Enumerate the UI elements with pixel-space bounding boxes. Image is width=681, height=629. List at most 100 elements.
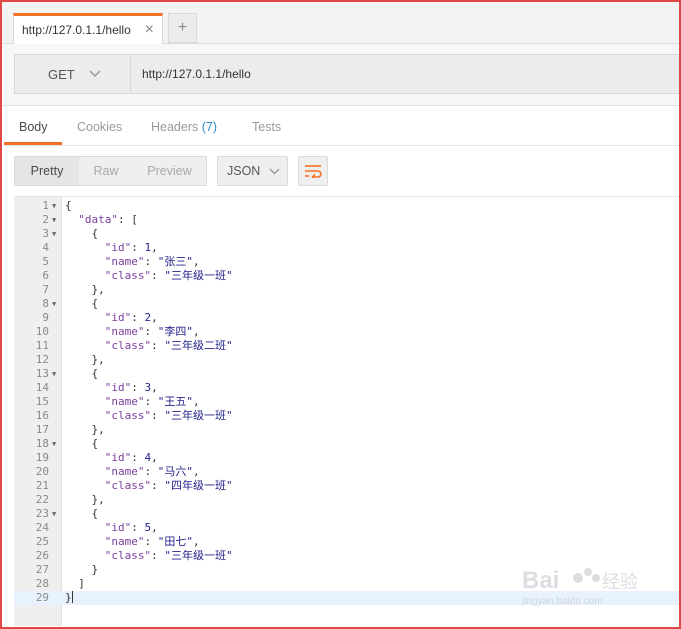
code-line: 23 ▼ { [14, 507, 681, 521]
line-number: 10 [35, 325, 49, 338]
view-mode-group: Pretty Raw Preview [14, 156, 207, 186]
code-text: { [65, 297, 99, 310]
code-line: 8 ▼ { [14, 297, 681, 311]
code-line: 19 "id": 4, [14, 451, 681, 465]
fold-arrow-icon[interactable]: ▼ [52, 507, 56, 521]
active-tab-indicator [4, 142, 62, 145]
pretty-button[interactable]: Pretty [15, 157, 79, 185]
code-line: 16 "class": "三年级一班" [14, 409, 681, 423]
fold-arrow-icon[interactable]: ▼ [52, 437, 56, 451]
line-number: 29 [35, 591, 49, 604]
code-line: 14 "id": 3, [14, 381, 681, 395]
code-text: "class": "三年级二班" [104, 339, 233, 352]
code-line: 6 "class": "三年级一班" [14, 269, 681, 283]
chevron-down-icon [89, 70, 101, 78]
code-text: "class": "三年级一班" [104, 409, 233, 422]
line-number: 4 [42, 241, 49, 254]
line-number: 5 [42, 255, 49, 268]
line-number: 22 [35, 493, 49, 506]
line-number: 27 [35, 563, 49, 576]
line-number: 12 [35, 353, 49, 366]
tab-headers[interactable]: Headers (7) [151, 120, 217, 134]
line-number: 1 [42, 199, 49, 212]
format-select[interactable]: JSON [217, 156, 288, 186]
code-text: "name": "张三", [104, 255, 200, 268]
line-number: 13 [35, 367, 49, 380]
code-line: 13 ▼ { [14, 367, 681, 381]
svg-text:Bai: Bai [522, 567, 559, 594]
line-number: 15 [35, 395, 49, 408]
code-text: "id": 2, [104, 311, 158, 324]
code-line: 12 }, [14, 353, 681, 367]
chevron-down-icon [269, 167, 280, 175]
add-tab-button[interactable]: + [168, 13, 197, 43]
code-text: "data": [ [78, 213, 138, 226]
tab-tests[interactable]: Tests [252, 120, 281, 134]
code-line: 1 ▼ { [14, 199, 681, 213]
method-select[interactable]: GET [14, 54, 131, 94]
url-input[interactable]: http://127.0.1.1/hello [130, 54, 681, 94]
fold-arrow-icon[interactable]: ▼ [52, 367, 56, 381]
line-number: 19 [35, 451, 49, 464]
code-line: 22 }, [14, 493, 681, 507]
code-text: "name": "王五", [104, 395, 200, 408]
line-number: 2 [42, 213, 49, 226]
code-text: "id": 5, [104, 521, 158, 534]
baidu-jingyan-watermark: Bai 经验 jingyan.baidu.com [521, 567, 638, 607]
code-text: ] [65, 577, 85, 590]
code-line: 7 }, [14, 283, 681, 297]
code-text: }, [65, 353, 105, 366]
line-number: 11 [35, 339, 49, 352]
fold-arrow-icon[interactable]: ▼ [52, 213, 56, 227]
line-number: 24 [35, 521, 49, 534]
line-number: 26 [35, 549, 49, 562]
fold-arrow-icon[interactable]: ▼ [52, 227, 56, 241]
code-line: 21 "class": "四年级一班" [14, 479, 681, 493]
request-tab-strip: http://127.0.1.1/hello × + [0, 0, 681, 44]
format-label: JSON [227, 164, 261, 178]
line-number: 9 [42, 311, 49, 324]
plus-icon: + [177, 19, 188, 36]
code-line: 10 "name": "李四", [14, 325, 681, 339]
code-text: "class": "三年级一班" [104, 269, 233, 282]
raw-button[interactable]: Raw [79, 157, 133, 185]
code-line: 15 "name": "王五", [14, 395, 681, 409]
code-text: "name": "田七", [104, 535, 200, 548]
line-number: 20 [35, 465, 49, 478]
close-icon[interactable]: × [145, 22, 154, 38]
request-tab[interactable]: http://127.0.1.1/hello × [13, 13, 163, 44]
svg-text:jingyan.baidu.com: jingyan.baidu.com [521, 596, 603, 607]
tab-headers-label: Headers [151, 120, 199, 134]
fold-arrow-icon[interactable]: ▼ [52, 297, 56, 311]
code-line: 2 ▼ "data": [ [14, 213, 681, 227]
wrap-lines-button[interactable] [298, 156, 328, 186]
code-text: "class": "四年级一班" [104, 479, 233, 492]
line-number: 7 [42, 283, 49, 296]
code-line: 25 "name": "田七", [14, 535, 681, 549]
line-number: 3 [42, 227, 49, 240]
code-text: }, [65, 283, 105, 296]
code-text: "id": 4, [104, 451, 158, 464]
preview-button[interactable]: Preview [133, 157, 206, 185]
method-label: GET [48, 66, 75, 82]
line-number: 21 [35, 479, 49, 492]
code-text: { [65, 367, 99, 380]
request-url-bar: GET http://127.0.1.1/hello [0, 44, 681, 106]
code-text: { [65, 199, 72, 212]
fold-arrow-icon[interactable]: ▼ [52, 199, 56, 213]
tab-cookies[interactable]: Cookies [77, 120, 122, 134]
code-line: 18 ▼ { [14, 437, 681, 451]
line-number: 6 [42, 269, 49, 282]
code-text: { [65, 507, 99, 520]
code-text: "name": "李四", [104, 325, 200, 338]
code-line: 9 "id": 2, [14, 311, 681, 325]
code-text: }, [65, 493, 105, 506]
tab-body[interactable]: Body [19, 120, 48, 134]
svg-text:经验: 经验 [602, 572, 638, 593]
line-number: 17 [35, 423, 49, 436]
line-number: 16 [35, 409, 49, 422]
code-line: 11 "class": "三年级二班" [14, 339, 681, 353]
code-line: 5 "name": "张三", [14, 255, 681, 269]
code-text: } [65, 591, 73, 604]
code-line: 17 }, [14, 423, 681, 437]
